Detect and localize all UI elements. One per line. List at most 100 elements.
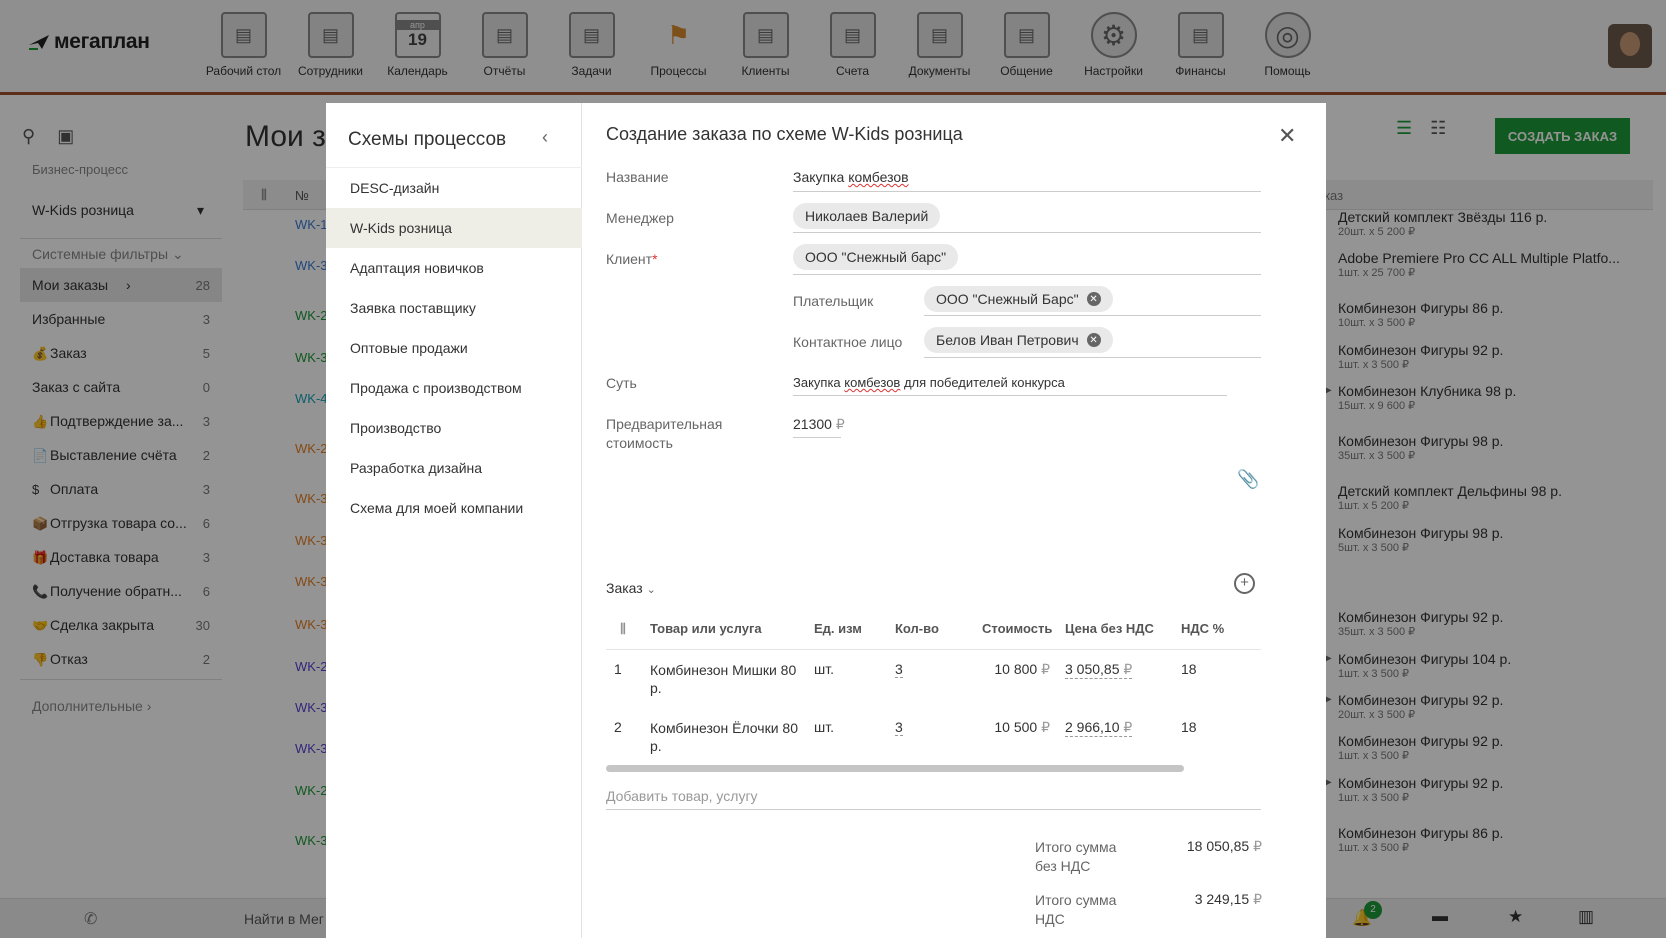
manager-value: Николаев Валерий: [805, 208, 929, 224]
essence-underline: [793, 395, 1227, 396]
client-underline: [793, 274, 1261, 275]
manager-chip[interactable]: Николаев Валерий: [793, 203, 941, 229]
contact-label: Контактное лицо: [793, 334, 903, 350]
client-value: ООО "Снежный барс": [805, 249, 947, 265]
client-label: Клиент*: [606, 251, 658, 267]
th-net-price: Цена без НДС: [1065, 621, 1154, 636]
currency-sign: ₽: [1123, 719, 1133, 735]
scheme-item[interactable]: Разработка дизайна: [326, 448, 582, 488]
order-form: Создание заказа по схеме W-Kids розница …: [582, 103, 1326, 938]
required-mark: *: [652, 251, 658, 267]
scheme-item[interactable]: Оптовые продажи: [326, 328, 582, 368]
cost-cell: 10 800 ₽: [982, 661, 1050, 678]
currency-sign: ₽: [1123, 661, 1133, 677]
add-circle-icon[interactable]: +: [1234, 573, 1255, 594]
price-input[interactable]: 21300 ₽: [793, 416, 845, 433]
total-label-line2: НДС: [1035, 911, 1065, 927]
product-name-cell[interactable]: Комбинезон Ёлочки 80 р.: [650, 719, 798, 755]
create-order-modal: Схемы процессов ‹ DESC-дизайн W-Kids розн…: [326, 103, 1326, 938]
price-label: Предварительная стоимость: [606, 415, 722, 453]
total-amount: 3 249,15: [1194, 891, 1250, 907]
client-chip[interactable]: ООО "Снежный барс": [793, 244, 959, 270]
add-item-underline: [606, 809, 1261, 810]
manager-underline: [793, 232, 1261, 233]
scheme-item[interactable]: Схема для моей компании: [326, 488, 582, 528]
order-section-toggle[interactable]: Заказ ⌄: [606, 580, 656, 596]
scheme-item[interactable]: DESC-дизайн: [326, 168, 582, 208]
payer-chip[interactable]: ООО "Снежный Барс" ✕: [924, 286, 1113, 312]
price-label-line2: стоимость: [606, 435, 673, 451]
paperclip-icon[interactable]: 📎: [1237, 469, 1259, 490]
row-number-cell: 2: [614, 719, 622, 735]
currency-sign: ₽: [1041, 661, 1050, 677]
contact-underline: [924, 357, 1261, 358]
product-name-cell[interactable]: Комбинезон Мишки 80 р.: [650, 661, 796, 697]
total-label-line1: Итого сумма: [1035, 892, 1117, 908]
total-label-line1: Итого сумма: [1035, 839, 1117, 855]
cost-value: 10 500: [994, 719, 1038, 735]
scheme-item[interactable]: Адаптация новичков: [326, 248, 582, 288]
name-value-part: Закупка: [793, 169, 849, 185]
scheme-item[interactable]: Заявка поставщику: [326, 288, 582, 328]
essence-part: для победителей конкурса: [900, 375, 1065, 390]
scheme-item[interactable]: Продажа с производством: [326, 368, 582, 408]
product-name-line2: р.: [650, 738, 662, 754]
columns-settings-icon[interactable]: ⫼: [620, 621, 626, 637]
contact-chip[interactable]: Белов Иван Петрович ✕: [924, 327, 1113, 353]
th-product: Товар или услуга: [650, 621, 762, 636]
essence-part: Закупка: [793, 375, 845, 390]
close-icon[interactable]: ✕: [1278, 123, 1296, 149]
payer-label: Плательщик: [793, 293, 874, 309]
add-item-input[interactable]: Добавить товар, услугу: [606, 788, 758, 804]
price-label-line1: Предварительная: [606, 416, 723, 432]
net-price-cell[interactable]: 3 050,85 ₽: [1065, 661, 1133, 679]
qty-cell[interactable]: 3: [895, 719, 903, 736]
product-name-line1: Комбинезон Мишки 80: [650, 662, 797, 678]
contact-value: Белов Иван Петрович: [936, 332, 1079, 348]
product-name-line2: р.: [650, 680, 662, 696]
th-vat: НДС %: [1181, 621, 1225, 636]
collapse-chevron-icon[interactable]: ‹: [542, 127, 548, 148]
vat-cell: 18: [1181, 661, 1197, 677]
scheme-item[interactable]: W-Kids розница: [326, 208, 582, 248]
th-qty: Кол-во: [895, 621, 939, 636]
process-schemes-panel: Схемы процессов ‹ DESC-дизайн W-Kids розн…: [326, 103, 582, 938]
total-label: Итого сумма без НДС: [1035, 838, 1116, 876]
th-unit: Ед. изм: [814, 621, 862, 636]
price-value: 21300: [793, 416, 832, 432]
essence-misspelled: комбезов: [844, 375, 901, 390]
remove-contact-icon[interactable]: ✕: [1086, 333, 1101, 347]
schemes-title: Схемы процессов: [348, 129, 507, 150]
th-cost: Стоимость: [982, 621, 1053, 636]
scheme-item[interactable]: Производство: [326, 408, 582, 448]
order-section-title: Заказ: [606, 580, 643, 596]
essence-label: Суть: [606, 375, 637, 391]
name-label: Название: [606, 169, 669, 185]
form-title: Создание заказа по схеме W-Kids розница: [606, 124, 963, 144]
qty-cell[interactable]: 3: [895, 661, 903, 678]
essence-input[interactable]: Закупка комбезов для победителей конкурс…: [793, 375, 1065, 390]
horizontal-scrollbar[interactable]: [606, 765, 1184, 772]
total-value: 18 050,85 ₽: [1187, 838, 1262, 855]
remove-payer-icon[interactable]: ✕: [1086, 292, 1101, 306]
header-divider: [606, 649, 1261, 650]
product-name-line1: Комбинезон Ёлочки 80: [650, 720, 798, 736]
total-amount: 18 050,85: [1186, 838, 1250, 854]
unit-cell: шт.: [814, 661, 834, 677]
total-label: Итого сумма НДС: [1035, 891, 1116, 929]
currency-sign: ₽: [835, 416, 845, 432]
net-price-cell[interactable]: 2 966,10 ₽: [1065, 719, 1133, 737]
schemes-list: DESC-дизайн W-Kids розница Адаптация нович…: [326, 167, 582, 528]
net-price-value: 2 966,10: [1065, 719, 1120, 735]
name-value-misspelled: комбезов: [848, 169, 909, 185]
vat-cell: 18: [1181, 719, 1197, 735]
price-underline: [793, 437, 841, 438]
cost-cell: 10 500 ₽: [982, 719, 1050, 736]
payer-value: ООО "Снежный Барс": [936, 291, 1079, 307]
currency-sign: ₽: [1041, 719, 1050, 735]
name-underline: [793, 191, 1261, 192]
net-price-value: 3 050,85: [1065, 661, 1120, 677]
manager-label: Менеджер: [606, 210, 674, 226]
name-input[interactable]: Закупка комбезов: [793, 169, 909, 185]
client-label-text: Клиент: [606, 251, 653, 267]
